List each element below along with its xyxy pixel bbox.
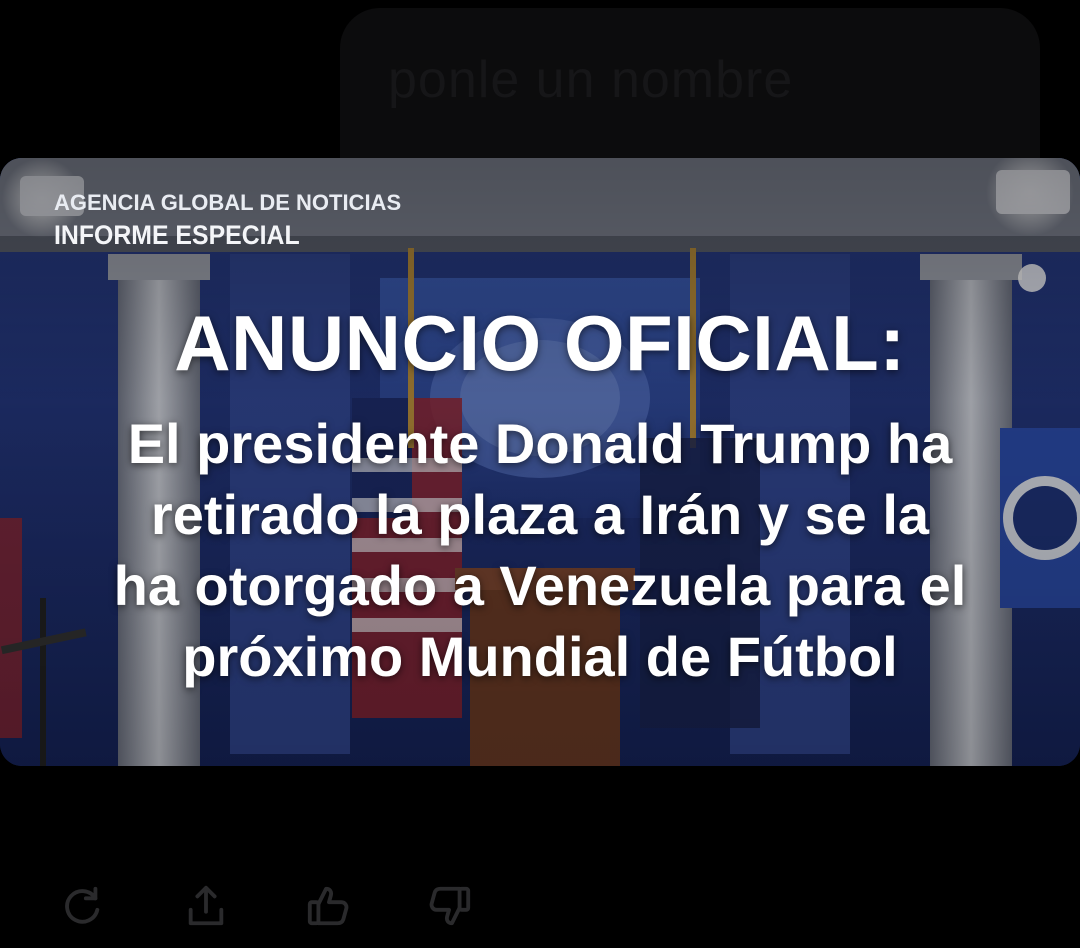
thumbs-up-icon [307, 886, 349, 926]
thumbs-up-button[interactable] [302, 880, 354, 932]
thumbs-down-icon [429, 886, 471, 926]
headline-line-2: retirado la plaza a Irán y se la [150, 483, 930, 546]
thumbs-down-button[interactable] [424, 880, 476, 932]
headline: ANUNCIO OFICIAL: [174, 299, 906, 387]
headline-line-1: El presidente Donald Trump ha [127, 412, 953, 475]
share-button[interactable] [180, 880, 232, 932]
regenerate-icon [65, 886, 100, 924]
headline-line-3: ha otorgado a Venezuela para el [113, 554, 967, 617]
headline-line-4: próximo Mundial de Fútbol [182, 625, 898, 688]
chat-screen: ponle un nombre AGENCIA GLOBAL DE NOTICI… [0, 0, 1080, 948]
agency-name: AGENCIA GLOBAL DE NOTICIAS [54, 190, 402, 215]
user-message-text: ponle un nombre [388, 51, 794, 109]
share-icon [188, 885, 224, 926]
report-label: INFORME ESPECIAL [54, 220, 300, 250]
message-actions [0, 868, 1080, 948]
regenerate-button[interactable] [56, 880, 108, 932]
generated-image[interactable]: AGENCIA GLOBAL DE NOTICIAS INFORME ESPEC… [0, 158, 1080, 766]
